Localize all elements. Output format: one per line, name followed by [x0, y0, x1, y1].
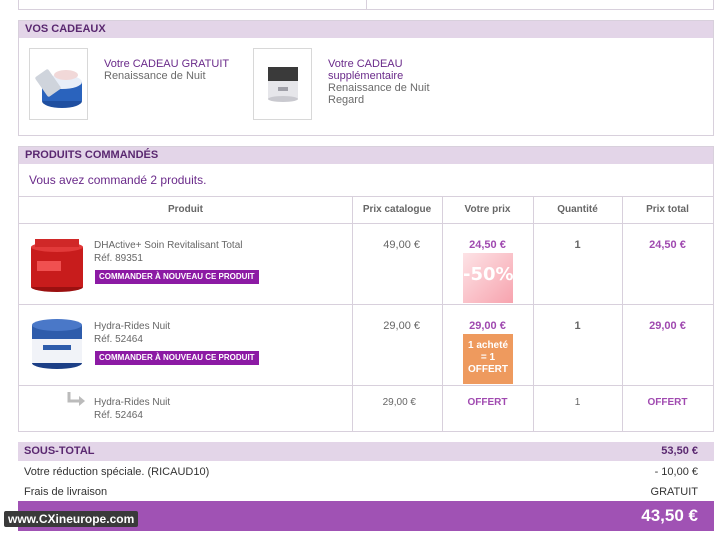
- reorder-button[interactable]: COMMANDER À NOUVEAU CE PRODUIT: [95, 351, 259, 365]
- gift-text: Votre CADEAU GRATUIT Renaissance de Nuit: [104, 58, 234, 82]
- offer-badge-line: OFFERT: [468, 364, 508, 375]
- subtotal-row: SOUS-TOTAL 53,50 €: [18, 442, 714, 461]
- gift-subtitle-2: Regard: [328, 94, 365, 106]
- column-divider: [352, 197, 353, 431]
- watermark-text: www.CXineurope.com: [4, 511, 139, 527]
- total-value: 43,50 €: [641, 506, 698, 525]
- row-divider: [19, 385, 713, 386]
- catalogue-price: 29,00 €: [382, 397, 416, 408]
- ordered-products-section: PRODUITS COMMANDÉS Vous avez commandé 2 …: [18, 146, 714, 432]
- column-divider: [442, 197, 443, 431]
- shipping-value: GRATUIT: [650, 486, 698, 498]
- products-section-title: PRODUITS COMMANDÉS: [19, 147, 713, 164]
- line-total: 24,50 €: [649, 239, 686, 251]
- gift-image: [29, 48, 88, 120]
- catalogue-price: 49,00 €: [383, 239, 420, 251]
- product-reference: Réf. 89351: [94, 253, 143, 264]
- column-header-total-price: Prix total: [646, 204, 689, 215]
- discount-value: - 10,00 €: [654, 466, 698, 478]
- order-summary: Vous avez commandé 2 produits.: [19, 164, 713, 197]
- arrow-return-icon: [67, 392, 85, 406]
- subtotal-value: 53,50 €: [661, 445, 698, 457]
- gift-image: [253, 48, 312, 120]
- column-header-your-price: Votre prix: [464, 204, 511, 215]
- offer-badge: 1 acheté = 1 OFFERT: [463, 334, 513, 384]
- gifts-section-title: VOS CADEAUX: [19, 21, 713, 38]
- discount-row: Votre réduction spéciale. (RICAUD10) - 1…: [18, 462, 714, 482]
- your-price: 24,50 €: [469, 239, 506, 251]
- product-name: Hydra-Rides Nuit: [94, 321, 171, 332]
- watermark: www.CXineurope.com: [4, 481, 154, 531]
- product-name: DHActive+ Soin Revitalisant Total: [94, 240, 243, 251]
- previous-section-bottom: [18, 0, 714, 10]
- gift-subtitle: Renaissance de Nuit: [328, 82, 430, 94]
- offer-badge-line: = 1: [480, 352, 496, 363]
- gift-text: Votre CADEAU supplémentaire Renaissance …: [328, 58, 458, 106]
- discount-badge: -50%: [463, 253, 514, 303]
- offer-badge-line: 1 acheté: [467, 340, 509, 351]
- gift-title: Votre CADEAU GRATUIT: [104, 58, 230, 70]
- column-header-catalogue-price: Prix catalogue: [362, 204, 432, 215]
- line-total: OFFERT: [647, 397, 688, 408]
- discount-label: Votre réduction spéciale. (RICAUD10): [24, 466, 210, 478]
- gifts-section: VOS CADEAUX Votre CADEAU GRATUIT Renaiss…: [18, 20, 714, 136]
- night-cream-jar-icon: [35, 69, 82, 108]
- dhactive-jar-icon: [31, 239, 83, 292]
- divider: [366, 0, 367, 10]
- your-price: 29,00 €: [469, 320, 506, 332]
- gift-subtitle: Renaissance de Nuit: [104, 70, 206, 82]
- column-divider: [622, 197, 623, 431]
- quantity: 1: [574, 239, 581, 251]
- quantity: 1: [574, 397, 581, 408]
- hydra-rides-jar-icon: [32, 319, 82, 369]
- column-divider: [533, 197, 534, 431]
- subtotal-label: SOUS-TOTAL: [24, 445, 95, 457]
- line-total: 29,00 €: [649, 320, 686, 332]
- column-header-product: Produit: [168, 204, 203, 215]
- your-price: OFFERT: [467, 397, 508, 408]
- product-reference: Réf. 52464: [94, 334, 143, 345]
- quantity: 1: [574, 320, 581, 332]
- catalogue-price: 29,00 €: [383, 320, 420, 332]
- gift-title: Votre CADEAU supplémentaire: [328, 58, 404, 82]
- row-divider: [19, 304, 713, 305]
- product-name: Hydra-Rides Nuit: [94, 397, 171, 408]
- product-reference: Réf. 52464: [94, 410, 143, 421]
- reorder-button[interactable]: COMMANDER À NOUVEAU CE PRODUIT: [95, 270, 259, 284]
- row-divider: [19, 223, 713, 224]
- column-header-quantity: Quantité: [557, 204, 598, 215]
- eye-cream-jar-icon: [268, 67, 298, 102]
